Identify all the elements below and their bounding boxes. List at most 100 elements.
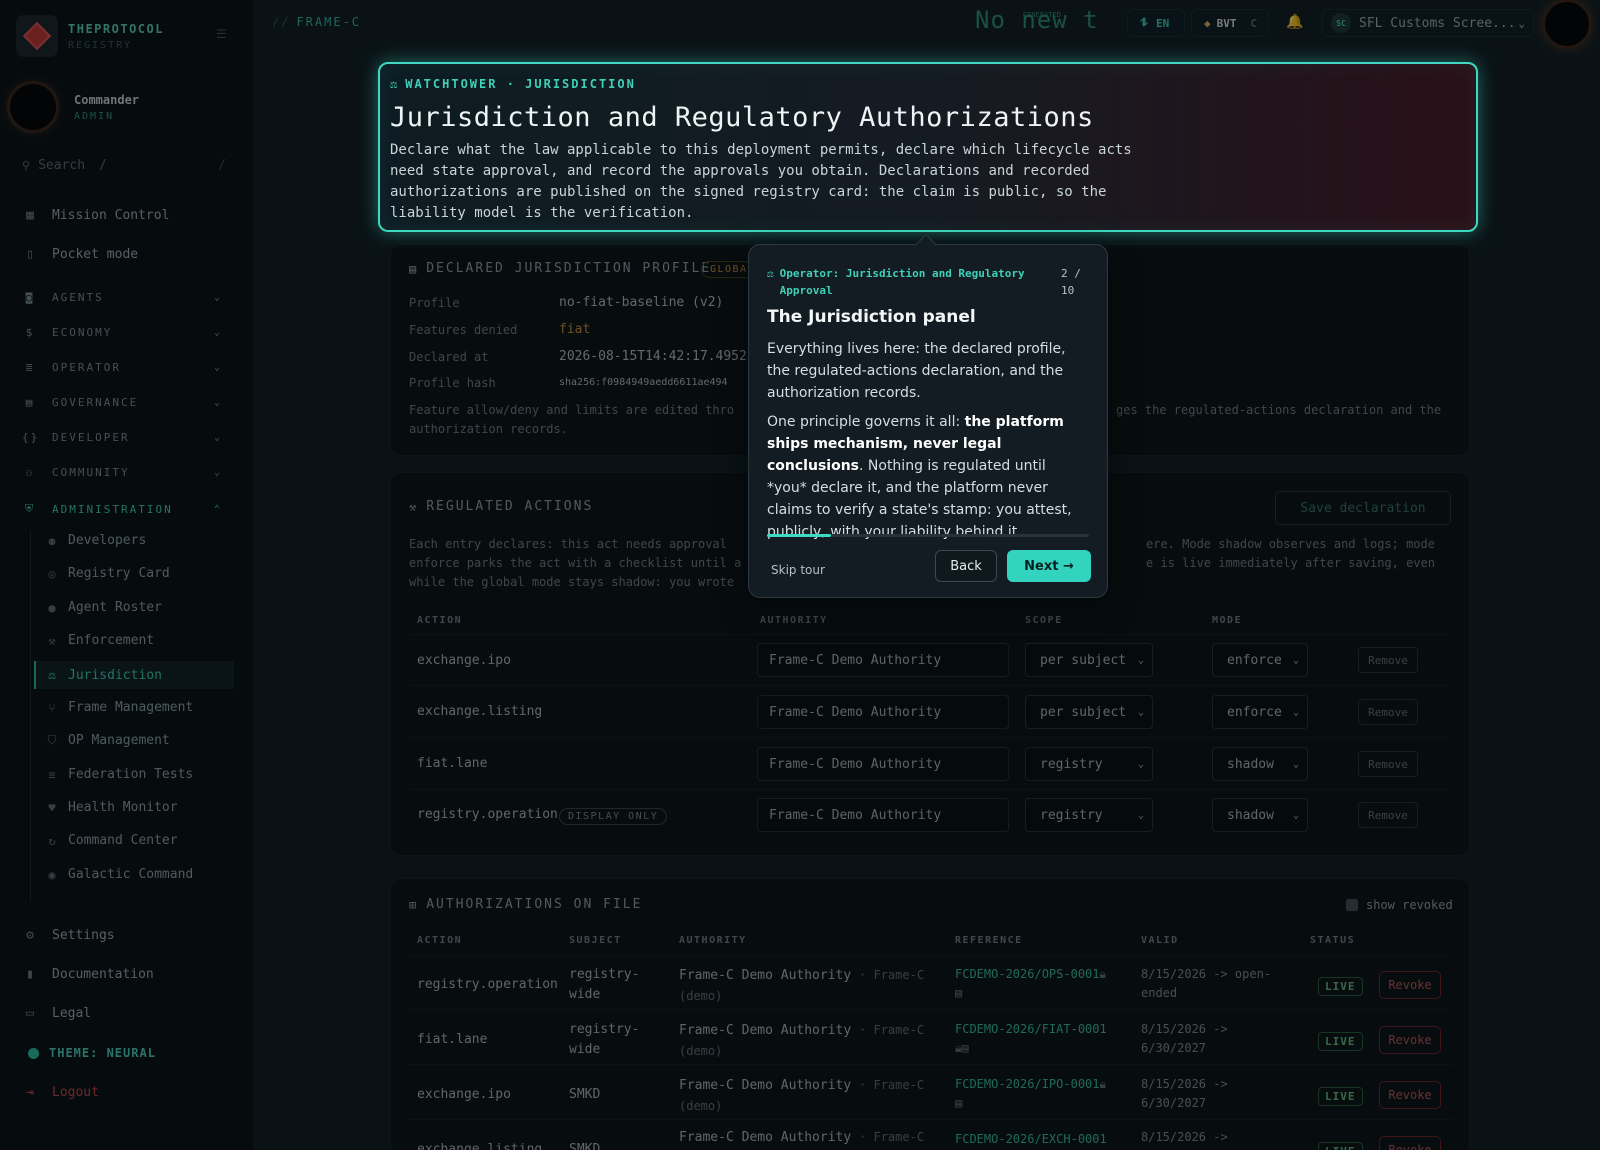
phone-icon: ▯ bbox=[26, 247, 34, 262]
section-agents[interactable]: ◙ AGENTS ⌄ bbox=[22, 291, 222, 304]
regulated-title: ⚒ REGULATED ACTIONS bbox=[409, 499, 594, 514]
revoke-button[interactable]: Revoke bbox=[1379, 1081, 1441, 1109]
remove-button[interactable]: Remove bbox=[1358, 751, 1418, 777]
authority-input[interactable]: Frame-C Demo Authority bbox=[757, 747, 1009, 781]
nav-legal[interactable]: ▭ Legal bbox=[22, 1006, 91, 1021]
scope-select[interactable]: per subject ⌄ bbox=[1025, 643, 1153, 677]
divider bbox=[409, 737, 1453, 738]
diamond-icon: ◆ bbox=[1204, 16, 1211, 30]
tour-title: The Jurisdiction panel bbox=[767, 307, 976, 327]
tour-header: ⚖ Operator: Jurisdiction and Regulatory A… bbox=[767, 267, 1025, 297]
account-switcher[interactable]: SC SFL Customs Scree... ⌄ bbox=[1322, 9, 1534, 37]
show-revoked-toggle[interactable]: show revoked bbox=[1346, 898, 1453, 912]
section-operator[interactable]: ≣ OPERATOR ⌄ bbox=[22, 361, 222, 374]
sidebar-item-enforcement[interactable]: ⚒ Enforcement bbox=[44, 633, 154, 648]
shield-icon: ⛉ bbox=[47, 733, 57, 747]
code-icon: {} bbox=[22, 431, 40, 444]
brand[interactable]: THEPROTOCOL REGISTRY bbox=[16, 15, 164, 57]
breadcrumb: //FRAME-C bbox=[272, 15, 362, 29]
sidebar-item-galactic-command[interactable]: ◉ Galactic Command bbox=[44, 867, 193, 882]
mode-select[interactable]: shadow ⌄ bbox=[1212, 798, 1308, 832]
status-badge: LIVE bbox=[1318, 1087, 1363, 1106]
divider bbox=[409, 955, 1453, 956]
reference-link[interactable]: FCDEMO-2026/EXCH-0001 bbox=[955, 1130, 1107, 1149]
mode-select[interactable]: enforce ⌄ bbox=[1212, 643, 1308, 677]
theme-toggle[interactable]: THEME: NEURAL bbox=[28, 1046, 156, 1060]
collapse-sidebar-icon[interactable]: ☰ bbox=[216, 27, 227, 41]
gear-icon: ⚙ bbox=[26, 928, 34, 943]
language-switch[interactable]: ⥮ EN bbox=[1127, 9, 1185, 37]
revoke-button[interactable]: Revoke bbox=[1379, 1026, 1441, 1054]
back-button[interactable]: Back bbox=[935, 550, 997, 582]
sidebar-item-frame-management[interactable]: ⑂ Frame Management bbox=[44, 700, 193, 715]
authority-input[interactable]: Frame-C Demo Authority bbox=[757, 695, 1009, 729]
chevron-down-icon: ⌄ bbox=[1292, 654, 1299, 666]
checkbox[interactable] bbox=[1346, 899, 1358, 911]
revoke-button[interactable]: Revoke bbox=[1379, 971, 1441, 999]
reference-link[interactable]: FCDEMO-2026/FIAT-0001 🔒︎▤ bbox=[955, 1020, 1107, 1058]
reference-link[interactable]: FCDEMO-2026/OPS-0001🔒︎ ▤ bbox=[955, 965, 1106, 1003]
features-denied-value: fiat bbox=[559, 322, 591, 337]
next-button[interactable]: Next → bbox=[1007, 550, 1091, 582]
sidebar-item-agent-roster[interactable]: ● Agent Roster bbox=[44, 600, 162, 615]
col-reference: REFERENCE bbox=[955, 935, 1023, 946]
section-governance[interactable]: ▤ GOVERNANCE ⌄ bbox=[22, 396, 222, 409]
list-icon: ≡ bbox=[48, 767, 56, 782]
robot-icon: ◙ bbox=[25, 291, 35, 304]
nav-mission-control[interactable]: ▦ Mission Control bbox=[22, 208, 169, 223]
profile-avatar[interactable] bbox=[1545, 2, 1589, 46]
translate-icon: ⥮ bbox=[1140, 16, 1148, 29]
features-denied-key: Features denied bbox=[409, 323, 518, 337]
chevron-down-icon: ⌄ bbox=[1137, 654, 1144, 666]
scope-select[interactable]: registry ⌄ bbox=[1025, 798, 1153, 832]
profile-hash-value: sha256:f0984949aedd6611ae494 bbox=[559, 377, 728, 388]
mode-select[interactable]: enforce ⌄ bbox=[1212, 695, 1308, 729]
nav-pocket-mode[interactable]: ▯ Pocket mode bbox=[22, 247, 138, 262]
chevron-down-icon: ⌄ bbox=[1292, 809, 1299, 821]
bell-icon[interactable]: 🔔 bbox=[1286, 14, 1303, 30]
table-row-subject: registry-wide bbox=[569, 967, 640, 1002]
refresh-icon: ↻ bbox=[48, 833, 56, 848]
table-row-action: registry.operation bbox=[417, 807, 558, 822]
sidebar-item-command-center[interactable]: ↻ Command Center bbox=[44, 833, 177, 848]
search-input[interactable]: ⚲ Search / / bbox=[22, 152, 232, 178]
save-declaration-button[interactable]: Save declaration bbox=[1275, 491, 1451, 525]
radar-icon: ◎ bbox=[48, 566, 56, 581]
chevron-down-icon: ⌄ bbox=[1137, 706, 1144, 718]
chevron-down-icon: ⌄ bbox=[1292, 758, 1299, 770]
table-row-authority: Frame-C Demo Authority · Frame-C (demo) bbox=[679, 968, 925, 1003]
skip-tour-button[interactable]: Skip tour bbox=[771, 563, 825, 577]
section-administration[interactable]: ⛨ ADMINISTRATION ⌃ bbox=[22, 502, 222, 516]
section-economy[interactable]: $ ECONOMY ⌄ bbox=[22, 326, 222, 339]
reference-link[interactable]: FCDEMO-2026/IPO-0001🔒︎ ▤ bbox=[955, 1075, 1106, 1113]
remove-button[interactable]: Remove bbox=[1358, 647, 1418, 673]
book-icon: ▮ bbox=[26, 967, 34, 982]
nav-documentation[interactable]: ▮ Documentation bbox=[22, 967, 154, 982]
user-profile[interactable]: Commander ADMIN bbox=[10, 84, 139, 130]
mode-select[interactable]: shadow ⌄ bbox=[1212, 747, 1308, 781]
sidebar-item-developers[interactable]: ⚉ Developers bbox=[44, 533, 146, 548]
sidebar-item-federation-tests[interactable]: ≡ Federation Tests bbox=[44, 767, 193, 782]
authority-input[interactable]: Frame-C Demo Authority bbox=[757, 643, 1009, 677]
avatar bbox=[10, 84, 56, 130]
theme-dot-icon bbox=[28, 1047, 39, 1059]
authority-input[interactable]: Frame-C Demo Authority bbox=[757, 798, 1009, 832]
sidebar-item-health-monitor[interactable]: ♥ Health Monitor bbox=[44, 800, 177, 815]
page-header: ⚖ WATCHTOWER · JURISDICTION Jurisdiction … bbox=[378, 62, 1478, 232]
tour-progress-bar bbox=[767, 534, 1089, 537]
sidebar-item-jurisdiction[interactable]: ⚖ Jurisdiction bbox=[34, 661, 234, 689]
token-balance[interactable]: ◆ BVT C bbox=[1191, 9, 1269, 37]
remove-button[interactable]: Remove bbox=[1358, 802, 1418, 828]
scope-select[interactable]: per subject ⌄ bbox=[1025, 695, 1153, 729]
section-developer[interactable]: {} DEVELOPER ⌄ bbox=[22, 431, 222, 444]
sidebar-item-op-management[interactable]: ⛉ OP Management bbox=[44, 733, 169, 748]
nav-settings[interactable]: ⚙ Settings bbox=[22, 928, 115, 943]
col-authority: AUTHORITY bbox=[679, 935, 747, 946]
logout-button[interactable]: ⇥ Logout bbox=[22, 1085, 99, 1100]
scope-select[interactable]: registry ⌄ bbox=[1025, 747, 1153, 781]
sidebar-item-registry-card[interactable]: ◎ Registry Card bbox=[44, 566, 169, 581]
remove-button[interactable]: Remove bbox=[1358, 699, 1418, 725]
section-community[interactable]: ⚇ COMMUNITY ⌄ bbox=[22, 466, 222, 479]
table-row-valid: 8/15/2026 -> 6/30/2027 bbox=[1141, 1022, 1228, 1055]
revoke-button[interactable]: Revoke bbox=[1379, 1136, 1441, 1150]
